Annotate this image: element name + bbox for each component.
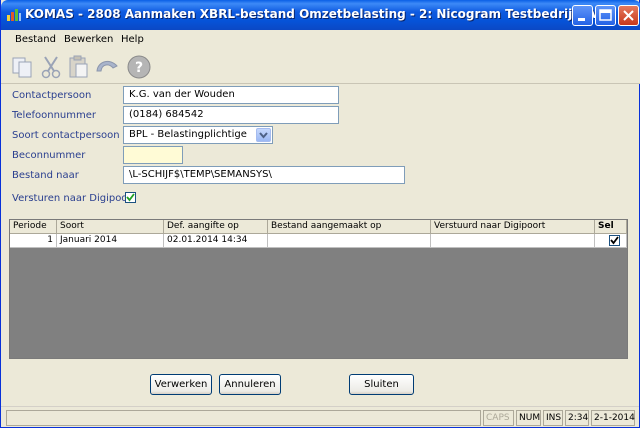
close-icon xyxy=(623,10,634,21)
menu-bestand[interactable]: Bestand xyxy=(15,34,56,45)
dropdown-button[interactable] xyxy=(256,128,271,142)
col-periode[interactable]: Periode xyxy=(10,220,57,234)
status-bar: CAPS NUM INS 2:34 2-1-2014 xyxy=(1,406,639,427)
cell-periode: 1 xyxy=(10,234,57,248)
bestand-naar-input[interactable]: \L-SCHIJF$\TEMP\SEMANSYS\ xyxy=(123,166,405,184)
status-num: NUM xyxy=(516,410,541,426)
contactpersoon-input[interactable]: K.G. van der Wouden xyxy=(123,86,339,104)
cell-def-aangifte: 02.01.2014 14:34 xyxy=(164,234,268,248)
status-message xyxy=(6,410,481,426)
status-caps: CAPS xyxy=(483,410,514,426)
soort-contactpersoon-value: BPL - Belastingplichtige xyxy=(129,129,247,140)
copy-icon[interactable] xyxy=(9,53,37,81)
table-row[interactable]: 1 Januari 2014 02.01.2014 14:34 xyxy=(10,234,627,248)
paste-icon[interactable] xyxy=(65,53,93,81)
col-def-aangifte[interactable]: Def. aangifte op xyxy=(164,220,268,234)
soort-contactpersoon-label: Soort contactpersoon xyxy=(12,130,120,141)
help-icon[interactable]: ? xyxy=(125,53,153,81)
komas-app-icon xyxy=(7,9,21,21)
maximize-icon xyxy=(599,9,612,21)
versturen-digipoort-label: Versturen naar Digipoort xyxy=(12,193,136,204)
beconnummer-label: Beconnummer xyxy=(12,150,86,161)
bestand-naar-label: Bestand naar xyxy=(12,170,79,181)
status-time: 2:34 xyxy=(565,410,589,426)
beconnummer-input[interactable] xyxy=(123,146,183,164)
soort-contactpersoon-select[interactable]: BPL - Belastingplichtige xyxy=(123,126,273,144)
col-verstuurd[interactable]: Verstuurd naar Digipoort xyxy=(431,220,595,234)
toolbar: ? xyxy=(1,50,640,84)
title-bar[interactable]: KOMAS - 2808 Aanmaken XBRL-bestand Omzet… xyxy=(1,0,640,30)
sluiten-button[interactable]: Sluiten xyxy=(349,374,414,395)
menu-help[interactable]: Help xyxy=(121,34,144,45)
chevron-down-icon xyxy=(259,132,268,139)
status-ins: INS xyxy=(543,410,563,426)
table-header: Periode Soort Def. aangifte op Bestand a… xyxy=(10,220,627,234)
annuleren-button[interactable]: Annuleren xyxy=(219,374,281,395)
undo-icon[interactable] xyxy=(93,53,121,81)
contactpersoon-label: Contactpersoon xyxy=(12,90,92,101)
col-bestand-aangemaakt[interactable]: Bestand aangemaakt op xyxy=(268,220,431,234)
verwerken-button[interactable]: Verwerken xyxy=(150,374,212,395)
cell-verstuurd xyxy=(431,234,595,248)
cell-sel xyxy=(595,234,627,248)
status-date: 2-1-2014 xyxy=(591,410,635,426)
menu-bar: Bestand Bewerken Help xyxy=(1,30,640,50)
cut-icon[interactable] xyxy=(37,53,65,81)
checkmark-icon xyxy=(126,193,135,202)
minimize-button[interactable] xyxy=(572,5,593,26)
checkmark-icon xyxy=(610,236,619,245)
menu-bewerken[interactable]: Bewerken xyxy=(64,34,113,45)
periods-table: Periode Soort Def. aangifte op Bestand a… xyxy=(9,219,628,359)
close-button[interactable] xyxy=(618,5,639,26)
versturen-digipoort-checkbox[interactable] xyxy=(125,192,136,203)
window-title: KOMAS - 2808 Aanmaken XBRL-bestand Omzet… xyxy=(25,7,600,21)
minimize-icon xyxy=(578,18,585,21)
telefoonnummer-label: Telefoonnummer xyxy=(12,110,97,121)
main-window: KOMAS - 2808 Aanmaken XBRL-bestand Omzet… xyxy=(0,0,640,428)
maximize-button[interactable] xyxy=(595,5,616,26)
cell-soort: Januari 2014 xyxy=(57,234,164,248)
col-soort[interactable]: Soort xyxy=(57,220,164,234)
svg-text:?: ? xyxy=(135,60,143,76)
cell-bestand-aangemaakt xyxy=(268,234,431,248)
col-sel[interactable]: Sel xyxy=(595,220,627,234)
telefoonnummer-input[interactable]: (0184) 684542 xyxy=(123,106,339,124)
sel-checkbox[interactable] xyxy=(609,235,620,246)
